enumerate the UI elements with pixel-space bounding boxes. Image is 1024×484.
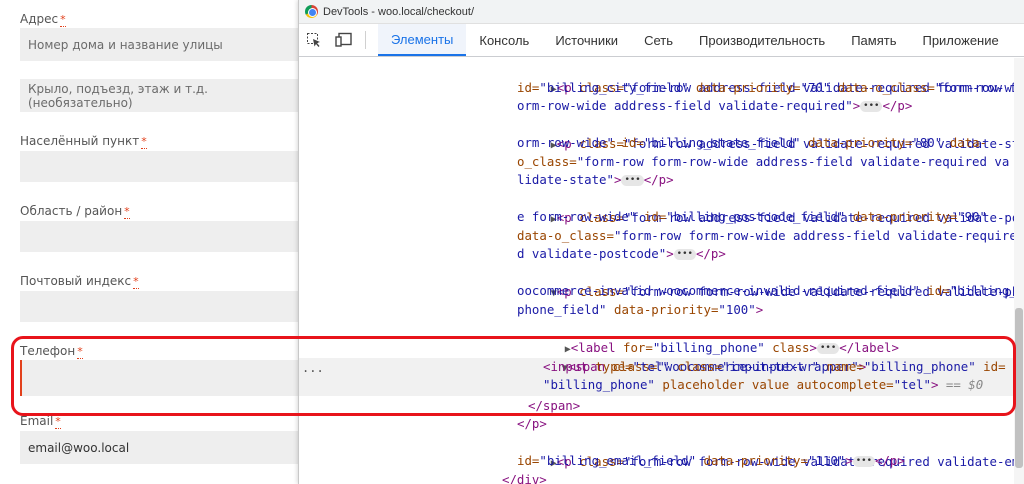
devtools-toolbar: Элементы Консоль Источники Сеть Производ… — [299, 24, 1024, 57]
address-label: Адрес * — [20, 12, 66, 27]
dom-line: phone_field" data-priority="100"> — [517, 302, 764, 317]
dom-node-input[interactable]: <input type="tel" class="input-text " na… — [543, 358, 1006, 377]
ellipsis-icon[interactable]: ••• — [621, 175, 644, 186]
dom-line: "billing_phone" placeholder value autoco… — [543, 377, 984, 392]
checkout-form: Адрес * Номер дома и название улицы Крыло… — [0, 0, 310, 484]
phone-input[interactable] — [20, 360, 310, 396]
ellipsis-icon[interactable]: ••• — [673, 249, 696, 260]
phone-label: Телефон * — [20, 344, 83, 359]
toolbar-divider — [365, 31, 366, 49]
devtools-window: DevTools - woo.local/checkout/ Элементы … — [298, 0, 1024, 484]
postcode-label: Почтовый индекс * — [20, 274, 139, 289]
ellipsis-icon[interactable]: ••• — [852, 456, 875, 467]
tab-performance[interactable]: Производительность — [686, 24, 838, 56]
dom-line: orm-row-wide" id="billing_state_field" d… — [517, 135, 988, 150]
dom-line: </span> — [528, 398, 581, 413]
dom-line: orm-row-wide address-field validate-requ… — [517, 98, 913, 113]
postcode-input[interactable] — [20, 291, 310, 322]
tab-sources[interactable]: Источники — [542, 24, 631, 56]
tab-network[interactable]: Сеть — [631, 24, 686, 56]
tab-memory[interactable]: Память — [838, 24, 909, 56]
tab-elements[interactable]: Элементы — [378, 24, 467, 56]
state-label: Область / район * — [20, 204, 130, 219]
tab-console[interactable]: Консоль — [466, 24, 542, 56]
dom-line: o_class="form-row form-row-wide address-… — [517, 154, 1010, 169]
apartment-input[interactable]: Крыло, подъезд, этаж и т.д. (необязатель… — [20, 79, 310, 112]
dom-line: oocommerce-invalid woocommerce-invalid-r… — [517, 283, 1015, 298]
dom-line: id="billing_city_field" data-priority="7… — [517, 80, 1015, 95]
dom-line: d validate-postcode"> ••• </p> — [517, 246, 726, 261]
city-label: Населённый пункт * — [20, 134, 147, 149]
elements-panel[interactable]: ... ▶<p class="form-row address-field va… — [299, 58, 1015, 484]
email-input[interactable]: email@woo.local — [20, 431, 310, 464]
inspect-element-icon[interactable] — [299, 24, 329, 56]
city-input[interactable] — [20, 151, 310, 182]
dom-line: </div> — [502, 472, 547, 484]
dom-line: lidate-state"> ••• </p> — [517, 172, 674, 187]
street-input[interactable]: Номер дома и название улицы — [20, 28, 310, 61]
ellipsis-icon[interactable]: ••• — [860, 101, 883, 112]
dom-line: e form-row-wide" id="billing_postcode_fi… — [517, 209, 987, 224]
row-more-icon[interactable]: ... — [302, 359, 324, 378]
window-title: DevTools - woo.local/checkout/ — [323, 5, 475, 18]
tab-application[interactable]: Приложение — [909, 24, 1011, 56]
console-ref: == $0 — [945, 377, 984, 392]
device-toolbar-icon[interactable] — [329, 24, 359, 56]
dom-line: data-o_class="form-row form-row-wide add… — [517, 228, 1015, 243]
state-input[interactable] — [20, 221, 310, 252]
devtools-titlebar: DevTools - woo.local/checkout/ — [299, 0, 1024, 24]
dom-line: </p> — [517, 416, 547, 431]
email-label: Email * — [20, 414, 61, 429]
scrollbar-thumb[interactable] — [1015, 308, 1023, 468]
dom-line: id="billing_email_field" data-priority="… — [517, 453, 905, 468]
chrome-icon — [305, 5, 318, 18]
elements-scrollbar[interactable] — [1014, 58, 1024, 484]
